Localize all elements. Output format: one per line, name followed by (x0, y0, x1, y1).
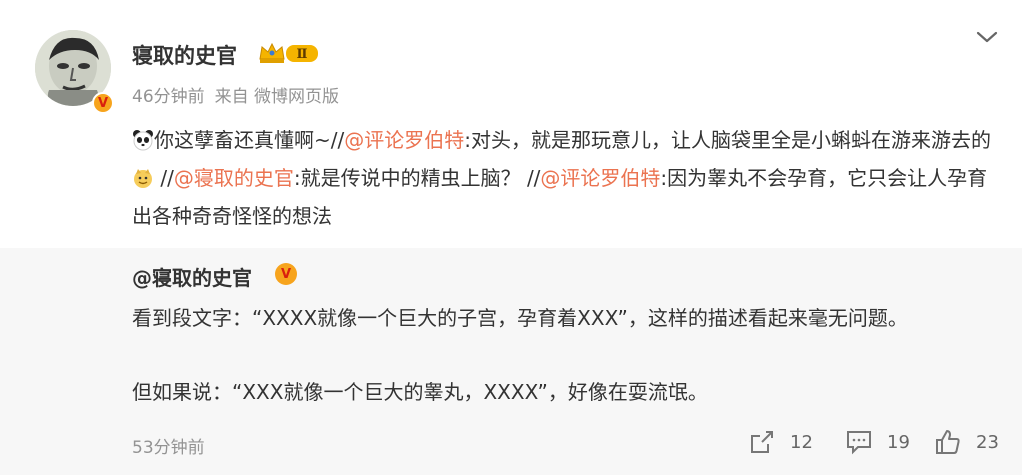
post-username[interactable]: 寝取的史官 (132, 40, 237, 70)
comment-button[interactable]: 19 (845, 428, 910, 456)
post-source: 来自 微博网页版 (214, 87, 340, 107)
mention-link[interactable]: @寝取的史官 (174, 166, 294, 190)
post-time[interactable]: 46分钟前 (132, 87, 205, 107)
level-badge-text: Ⅱ (297, 47, 308, 62)
weibo-post-card: V 寝取的史官 Ⅱ 46分钟前 来自 微博网页版 你这孽畜还真懂啊~//@评论罗… (0, 0, 1022, 475)
chevron-down-icon[interactable] (975, 28, 999, 46)
retweet-paragraph-2: 但如果说：“XXX就像一个巨大的睾丸，XXXX”，好像在耍流氓。 (132, 380, 708, 404)
mention-link[interactable]: @评论罗伯特 (540, 166, 660, 190)
post-meta: 46分钟前 来自 微博网页版 (132, 82, 349, 107)
like-icon (936, 430, 960, 454)
repost-icon (751, 431, 773, 453)
panda-emoji-icon (132, 125, 154, 151)
like-count: 23 (976, 431, 999, 453)
doge-emoji-icon (132, 163, 154, 188)
repost-button[interactable]: 12 (748, 428, 813, 456)
like-button[interactable]: 23 (934, 428, 999, 456)
post-text: 你这孽畜还真懂啊~//@评论罗伯特:对头，就是那玩意儿，让人脑袋里全是小蝌蚪在游… (132, 121, 992, 235)
verified-v-icon: V (275, 263, 297, 285)
text-seg-3: // (154, 166, 174, 190)
comment-icon (847, 431, 871, 455)
text-seg-2: :对头，就是那玩意儿，让人脑袋里全是小蝌蚪在游来游去的 (464, 128, 991, 152)
crown-level-badge-icon[interactable]: Ⅱ (258, 41, 320, 65)
retweet-username[interactable]: @寝取的史官 (132, 262, 252, 291)
mention-link[interactable]: @评论罗伯特 (344, 128, 464, 152)
retweet-paragraph-1: 看到段文字：“XXXX就像一个巨大的子宫，孕育着XXX”，这样的描述看起来毫无问… (132, 306, 908, 330)
repost-count: 12 (790, 431, 813, 453)
text-seg-4: :就是传说中的精虫上脑？ // (293, 166, 541, 190)
verified-v-icon: V (92, 92, 114, 114)
comment-count: 19 (887, 431, 910, 453)
retweet-section: @寝取的史官 V 看到段文字：“XXXX就像一个巨大的子宫，孕育着XXX”，这样… (0, 248, 1022, 475)
retweet-time[interactable]: 53分钟前 (132, 433, 205, 458)
text-seg-1: 你这孽畜还真懂啊~// (154, 128, 345, 152)
